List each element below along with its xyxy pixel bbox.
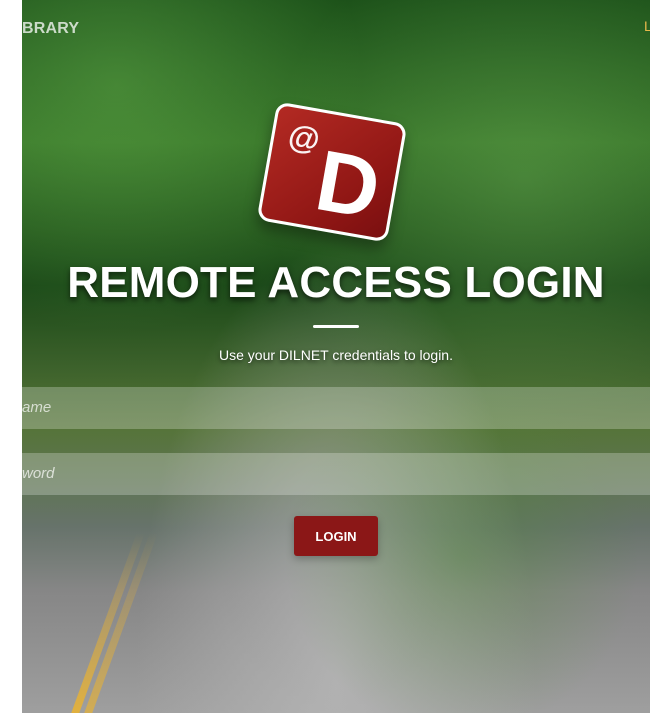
username-field[interactable]: ame (22, 387, 650, 429)
password-placeholder: word (22, 465, 55, 482)
logo-at-symbol: @ (285, 117, 323, 159)
brand-text: BRARY (22, 20, 80, 37)
page-subtitle: Use your DILNET credentials to login. (219, 347, 453, 363)
title-divider (313, 325, 359, 328)
page-title: REMOTE ACCESS LOGIN (67, 258, 605, 307)
username-placeholder: ame (22, 399, 52, 416)
brand-right-text: L (644, 18, 650, 34)
password-field[interactable]: word (22, 453, 650, 495)
login-page: BRARY L @ D REMOTE ACCESS LOGIN Use your… (22, 0, 650, 713)
login-button[interactable]: LOGIN (294, 516, 378, 556)
logo-letter: D (309, 132, 387, 238)
dilnet-logo: @ D (256, 101, 408, 243)
